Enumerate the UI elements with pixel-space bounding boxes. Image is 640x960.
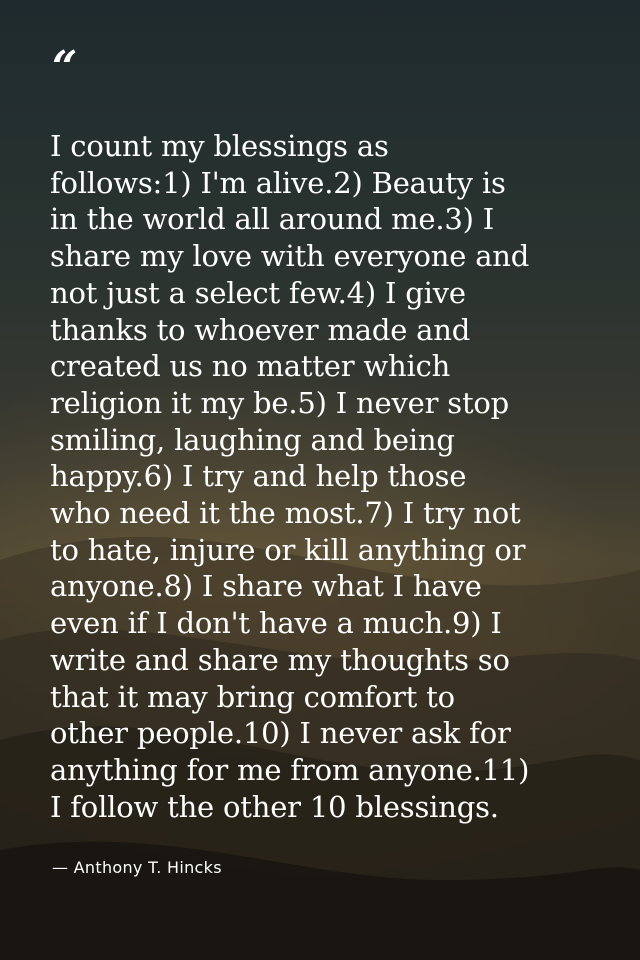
quote-line: I count my blessings as	[50, 129, 389, 163]
quote-line: other people.10) I never ask for	[50, 716, 511, 751]
quote-author: — Anthony T. Hincks	[52, 858, 222, 877]
quote-line: anyone.8) I share what I have	[50, 569, 482, 604]
quote-card: “ I count my blessings as follows:1) I'm …	[0, 0, 640, 960]
quote-mark-icon: “	[52, 42, 78, 93]
quote-line: smiling, laughing and being	[50, 422, 455, 457]
quote-line: follows:1) I'm alive.2) Beauty is	[50, 165, 506, 200]
quote-line: not just a select few.4) I give	[50, 275, 466, 310]
quote-line: I follow the other 10 blessings.	[50, 789, 499, 824]
quote-line: who need it the most.7) I try not	[50, 496, 521, 531]
quote-line: that it may bring comfort to	[50, 679, 455, 714]
quote-line: anything for me from anyone.11)	[50, 752, 530, 787]
quote-line: created us no matter which	[50, 349, 451, 384]
quote-line: share my love with everyone and	[50, 239, 530, 274]
quote-line: happy.6) I try and help those	[50, 459, 467, 494]
quote-line: religion it my be.5) I never stop	[50, 385, 510, 420]
quote-line: to hate, injure or kill anything or	[50, 532, 526, 567]
quote-line: in the world all around me.3) I	[50, 202, 495, 237]
quote-line: write and share my thoughts so	[50, 642, 510, 677]
quote-line: thanks to whoever made and	[50, 312, 471, 347]
quote-text: I count my blessings as follows:1) I'm al…	[50, 128, 610, 825]
quote-line: even if I don't have a much.9) I	[50, 606, 502, 641]
